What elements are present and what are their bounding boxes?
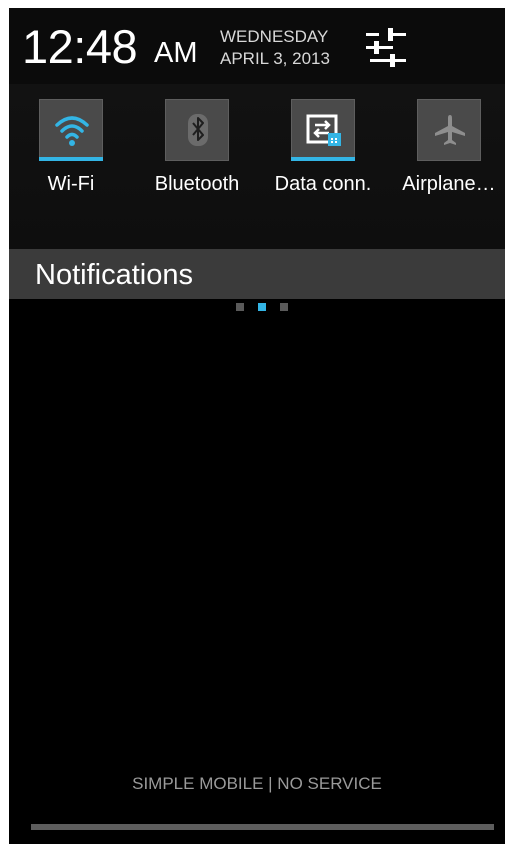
wifi-label: Wi-Fi [47, 173, 95, 195]
airplane-label: Airplane… [402, 173, 496, 195]
page-dot [280, 303, 288, 311]
data-connection-toggle[interactable]: Data conn. [261, 99, 381, 209]
settings-button[interactable] [363, 26, 409, 70]
notifications-header: Notifications [9, 249, 505, 299]
page-dot-active [258, 303, 266, 311]
carrier-status: SIMPLE MOBILE | NO SERVICE [132, 774, 382, 793]
shade-drag-handle[interactable] [31, 824, 494, 830]
data-connection-tile[interactable] [291, 99, 355, 161]
clock-ampm: AM [154, 37, 198, 69]
status-header: 12:48 AM WEDNESDAY APRIL 3, 2013 [9, 8, 505, 84]
data-connection-label: Data conn. [274, 173, 372, 195]
day-of-week: WEDNESDAY [220, 27, 329, 46]
bluetooth-label: Bluetooth [154, 173, 240, 195]
bluetooth-tile[interactable] [165, 99, 229, 161]
bluetooth-icon [188, 114, 208, 146]
airplane-tile[interactable] [417, 99, 481, 161]
date: APRIL 3, 2013 [220, 49, 330, 68]
airplane-icon [435, 115, 465, 145]
quick-settings-panel: Wi-Fi Bluetooth Data conn. Airplane… [9, 84, 505, 311]
notification-shade: 12:48 AM WEDNESDAY APRIL 3, 2013 Wi-Fi B… [9, 8, 505, 844]
clock-time: 12:48 [22, 20, 138, 73]
wifi-toggle[interactable]: Wi-Fi [9, 99, 129, 209]
page-dot [236, 303, 244, 311]
airplane-toggle[interactable]: Airplane… [387, 99, 505, 209]
notifications-title: Notifications [35, 259, 193, 291]
bluetooth-toggle[interactable]: Bluetooth [135, 99, 255, 209]
data-connection-icon [306, 114, 341, 146]
wifi-tile[interactable] [39, 99, 103, 161]
wifi-icon [55, 116, 89, 146]
settings-sliders-icon [366, 28, 406, 67]
